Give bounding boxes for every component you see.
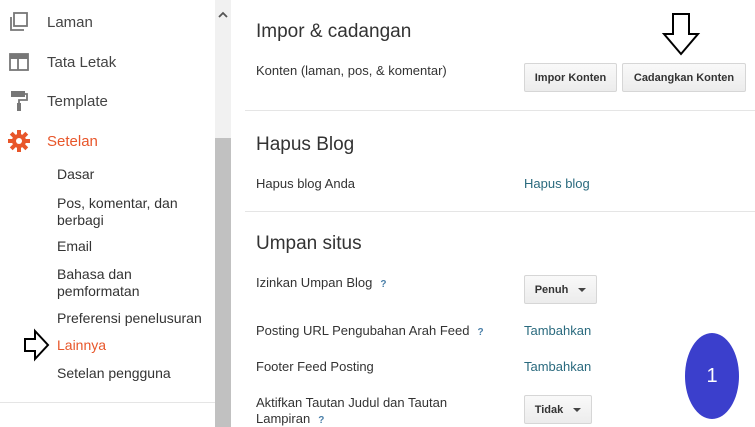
help-icon[interactable]: ? [380, 277, 386, 293]
sidebar-item-label: Setelan [47, 132, 98, 150]
section-divider [245, 211, 755, 212]
chevron-down-icon [573, 407, 582, 412]
subitem-pos-komentar[interactable]: Pos, komentar, dan berbagi [57, 195, 178, 229]
delete-row-label: Hapus blog Anda [256, 176, 356, 191]
sidebar-item-label: Tata Letak [47, 53, 117, 71]
delete-blog-link[interactable]: Hapus blog [524, 176, 590, 191]
scroll-thumb[interactable] [215, 138, 231, 427]
feed-footer-label: Footer Feed Posting [256, 359, 374, 374]
feed-title-links-label: Aktifkan Tautan Judul dan Tautan Lampira… [256, 395, 448, 426]
dropdown-value: Tidak [534, 403, 564, 416]
feed-row-label: Posting URL Pengubahan Arah Feed? [256, 323, 484, 341]
subitem-dasar[interactable]: Dasar [57, 166, 94, 183]
section-divider [245, 110, 755, 111]
feed-footer-add-link[interactable]: Tambahkan [524, 359, 591, 374]
scrollbar[interactable] [215, 0, 231, 427]
section-title-import: Impor & cadangan [256, 21, 412, 42]
sidebar-divider [0, 402, 215, 403]
subitem-setelan-pengguna[interactable]: Setelan pengguna [57, 365, 171, 382]
sidebar-item-label: Laman [47, 13, 93, 31]
backup-content-button[interactable]: Cadangkan Konten [622, 63, 746, 92]
feed-row-label: Aktifkan Tautan Judul dan Tautan Lampira… [256, 395, 476, 427]
section-title-feed: Umpan situs [256, 233, 362, 254]
step-number-badge: 1 [685, 333, 739, 419]
chevron-down-icon [578, 287, 587, 292]
subitem-bahasa[interactable]: Bahasa dan pemformatan [57, 266, 139, 300]
subitem-email[interactable]: Email [57, 238, 92, 255]
arrow-right-icon [24, 328, 50, 362]
subitem-lainnya[interactable]: Lainnya [57, 337, 106, 354]
arrow-down-icon [661, 13, 701, 56]
feed-row-label: Izinkan Umpan Blog? [256, 275, 386, 293]
feed-title-links-dropdown[interactable]: Tidak [524, 395, 592, 424]
import-row-label: Konten (laman, pos, & komentar) [256, 63, 447, 78]
sidebar: Laman Tata Letak Template Setelan Dasar … [0, 0, 215, 427]
layout-icon [8, 51, 30, 73]
import-content-button[interactable]: Impor Konten [524, 63, 617, 92]
gear-icon [8, 130, 30, 152]
help-icon[interactable]: ? [318, 413, 324, 427]
section-title-delete: Hapus Blog [256, 134, 355, 155]
feed-allow-dropdown[interactable]: Penuh [524, 275, 597, 304]
help-icon[interactable]: ? [477, 325, 483, 341]
feed-redirect-label: Posting URL Pengubahan Arah Feed [256, 323, 470, 338]
main-content: Impor & cadangan Konten (laman, pos, & k… [245, 0, 755, 427]
pages-icon [8, 11, 30, 33]
feed-allow-label: Izinkan Umpan Blog [256, 275, 373, 290]
paint-roller-icon [8, 90, 30, 112]
subitem-preferensi[interactable]: Preferensi penelusuran [57, 310, 202, 327]
sidebar-item-label: Template [47, 92, 108, 110]
scroll-up-icon[interactable] [215, 8, 231, 20]
dropdown-value: Penuh [534, 283, 569, 296]
feed-redirect-add-link[interactable]: Tambahkan [524, 323, 591, 338]
